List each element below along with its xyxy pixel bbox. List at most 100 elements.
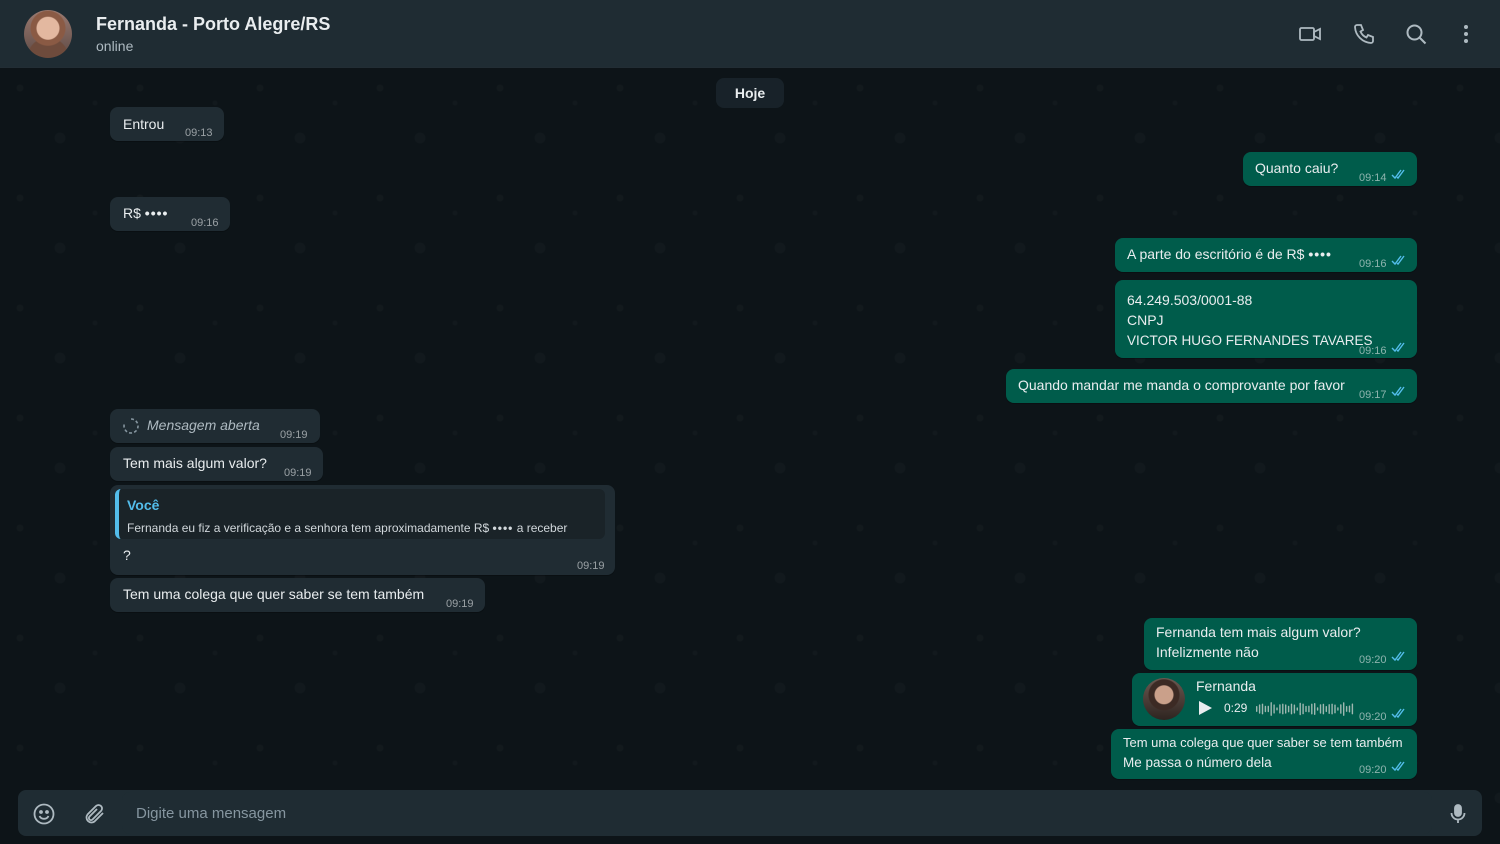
video-call-icon[interactable] [1296,20,1324,48]
message-text: Mensagem aberta [147,417,260,433]
waveform-bar [1258,704,1261,714]
date-divider: Hoje [716,78,784,108]
waveform-bar [1270,702,1272,716]
read-receipt-icon [1391,761,1407,772]
message-time: 09:20 [1359,764,1387,776]
read-receipt-icon [1391,386,1407,397]
waveform-bar [1267,705,1269,713]
message-time: 09:17 [1359,389,1387,401]
waveform-bar [1287,705,1290,713]
waveform-bar [1311,703,1313,715]
message-text: ? [123,547,131,563]
quoted-author: Você [127,497,160,513]
waveform-bar [1261,703,1264,715]
voice-waveform[interactable] [1256,701,1356,716]
message-incoming-reply[interactable]: Você Fernanda eu fiz a verificação e a s… [110,485,615,575]
waveform-bar [1293,704,1296,714]
waveform-bar [1302,703,1304,715]
play-icon[interactable] [1196,699,1214,717]
read-receipt-icon [1391,255,1407,266]
message-line: Tem uma colega que quer saber se tem tam… [1123,735,1403,750]
waveform-bar [1343,702,1345,716]
message-text: Entrou [123,116,165,132]
waveform-bar [1276,707,1278,711]
waveform-bar [1285,704,1287,714]
waveform-bar [1296,707,1298,711]
message-text: Tem uma colega que quer saber se tem tam… [123,586,425,602]
message-line: VICTOR HUGO FERNANDES TAVARES [1127,333,1373,348]
message-incoming[interactable]: Entrou 09:13 [110,107,224,141]
message-text: Quanto caiu? [1255,160,1339,176]
message-text: Tem mais algum valor? [123,455,267,471]
waveform-bar [1319,704,1322,714]
waveform-bar [1290,703,1293,715]
waveform-bar [1331,703,1333,715]
message-outgoing[interactable]: Quanto caiu? 09:14 [1243,152,1417,186]
message-line: Fernanda tem mais algum valor? [1156,624,1361,640]
waveform-bar [1316,707,1319,711]
attach-icon[interactable] [82,801,108,827]
message-time: 09:19 [284,467,312,479]
message-incoming[interactable]: R$ •••• 09:16 [110,197,230,231]
read-receipt-icon [1391,651,1407,662]
phone-call-icon[interactable] [1350,20,1378,48]
message-time: 09:19 [577,560,605,572]
message-time: 09:13 [185,127,213,139]
message-time: 09:16 [1359,345,1387,357]
view-once-icon [122,417,140,435]
voice-message[interactable]: Fernanda 0:29 09:20 [1132,673,1417,726]
message-incoming[interactable]: Tem uma colega que quer saber se tem tam… [110,578,485,612]
message-text: R$ •••• [123,205,169,221]
waveform-bar [1273,704,1275,714]
search-icon[interactable] [1402,20,1430,48]
quoted-message[interactable]: Você Fernanda eu fiz a verificação e a s… [115,489,605,539]
waveform-bar [1305,705,1307,713]
message-time: 09:20 [1359,654,1387,666]
menu-icon[interactable] [1452,20,1480,48]
message-outgoing[interactable]: Tem uma colega que quer saber se tem tam… [1111,729,1417,779]
message-incoming[interactable]: Mensagem aberta 09:19 [110,409,320,443]
message-time: 09:16 [191,217,219,229]
voice-duration: 0:29 [1224,701,1248,715]
message-input[interactable] [122,792,1432,834]
waveform-bar [1351,703,1354,715]
message-text: Quando mandar me manda o comprovante por… [1018,377,1345,393]
message-line: Infelizmente não [1156,644,1259,660]
waveform-bar [1282,703,1284,715]
waveform-bar [1279,704,1281,714]
message-line: CNPJ [1127,312,1164,328]
waveform-bar [1308,705,1310,713]
waveform-bar [1334,704,1336,714]
read-receipt-icon [1391,169,1407,180]
quoted-text: Fernanda eu fiz a verificação e a senhor… [127,521,568,535]
contact-status: online [96,38,134,54]
voice-sender-name: Fernanda [1196,678,1256,694]
message-incoming[interactable]: Tem mais algum valor? 09:19 [110,447,323,481]
voice-sender-avatar [1143,678,1185,720]
waveform-bar [1322,703,1325,715]
emoji-icon[interactable] [31,801,57,827]
contact-name[interactable]: Fernanda - Porto Alegre/RS [96,14,330,35]
message-outgoing[interactable]: 64.249.503/0001-88 CNPJ VICTOR HUGO FERN… [1115,280,1417,358]
waveform-bar [1337,707,1339,711]
message-text: A parte do escritório é de R$ •••• [1127,246,1332,262]
waveform-bar [1314,703,1316,715]
message-time: 09:14 [1359,172,1387,184]
read-receipt-icon [1391,708,1407,719]
masked-amount: •••• [1308,246,1332,262]
message-time: 09:19 [446,598,474,610]
message-outgoing[interactable]: Fernanda tem mais algum valor? Infelizme… [1144,618,1417,670]
waveform-bar [1256,706,1258,712]
message-outgoing[interactable]: Quando mandar me manda o comprovante por… [1006,369,1417,403]
waveform-bar [1340,704,1342,714]
contact-avatar[interactable] [24,10,72,58]
waveform-bar [1348,705,1351,713]
read-receipt-icon [1391,342,1407,353]
message-line: Me passa o número dela [1123,755,1272,770]
waveform-bar [1345,706,1348,712]
waveform-bar [1299,702,1301,716]
chat-header: Fernanda - Porto Alegre/RS online [0,0,1500,68]
message-outgoing[interactable]: A parte do escritório é de R$ •••• 09:16 [1115,238,1417,272]
waveform-bar [1325,706,1327,713]
microphone-icon[interactable] [1445,801,1471,827]
